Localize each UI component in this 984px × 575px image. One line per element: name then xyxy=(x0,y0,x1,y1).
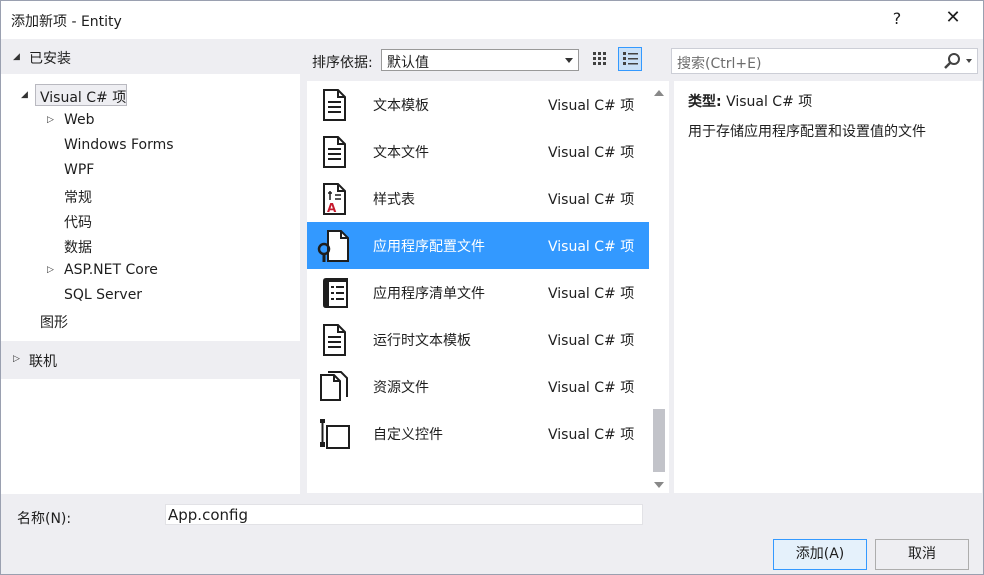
template-list: 文本模板 Visual C# 项 文本文件 Visual C# 项 A 样式表 … xyxy=(307,81,649,493)
window-title: 添加新项 - Entity xyxy=(11,14,122,30)
item-language: Visual C# 项 xyxy=(548,192,635,208)
item-name: 文本模板 xyxy=(373,98,429,114)
list-view-button[interactable] xyxy=(618,47,642,71)
search-icon[interactable] xyxy=(943,52,961,70)
tree-online-label: 联机 xyxy=(29,354,57,370)
config-file-icon xyxy=(317,230,349,262)
item-name: 运行时文本模板 xyxy=(373,333,471,349)
detail-type-value: Visual C# 项 xyxy=(726,94,813,110)
name-input-value: App.config xyxy=(168,506,248,524)
add-new-item-dialog: 添加新项 - Entity ? ✕ ◢ 已安装 ◢ Visual C# 项 ▷ … xyxy=(0,0,984,575)
list-item-stylesheet[interactable]: A 样式表 Visual C# 项 xyxy=(307,175,649,222)
item-language: Visual C# 项 xyxy=(548,239,635,255)
svg-text:A: A xyxy=(327,201,337,215)
custom-control-icon xyxy=(320,419,350,449)
collapse-arrow-icon[interactable]: ◢ xyxy=(13,52,20,62)
tree-item-graphics[interactable]: 图形 xyxy=(40,312,68,332)
cancel-button[interactable]: 取消 xyxy=(875,539,969,570)
list-view-icon xyxy=(623,52,638,65)
help-button[interactable]: ? xyxy=(887,9,907,28)
list-item-text-file[interactable]: 文本文件 Visual C# 项 xyxy=(307,128,649,175)
item-language: Visual C# 项 xyxy=(548,333,635,349)
sort-by-select[interactable]: 默认值 xyxy=(381,49,579,71)
item-name: 文本文件 xyxy=(373,145,429,161)
list-item-resource-file[interactable]: 资源文件 Visual C# 项 xyxy=(307,363,649,410)
search-box[interactable]: 搜索(Ctrl+E) xyxy=(671,48,978,74)
tree-item-web[interactable]: Web xyxy=(64,112,95,128)
search-placeholder: 搜索(Ctrl+E) xyxy=(677,56,762,72)
tree-item-visual-csharp-label: Visual C# 项 xyxy=(40,90,127,106)
item-name: 应用程序配置文件 xyxy=(373,239,485,255)
template-list-scrollbar[interactable] xyxy=(649,81,669,493)
scroll-up-arrow-icon[interactable] xyxy=(654,90,664,96)
resource-file-icon xyxy=(320,371,348,401)
item-language: Visual C# 项 xyxy=(548,380,635,396)
sort-by-value: 默认值 xyxy=(387,55,429,71)
sort-by-label: 排序依据: xyxy=(312,55,373,71)
add-button[interactable]: 添加(A) xyxy=(773,539,867,570)
list-item-text-template[interactable]: 文本模板 Visual C# 项 xyxy=(307,81,649,128)
tree-item-windows-forms[interactable]: Windows Forms xyxy=(64,137,174,153)
tree-item-wpf[interactable]: WPF xyxy=(64,162,94,178)
tree-item-aspnet-core[interactable]: ASP.NET Core xyxy=(64,262,158,278)
tree-online-header[interactable]: ▷ 联机 xyxy=(1,341,300,379)
small-icons-view-button[interactable] xyxy=(588,47,612,71)
close-button[interactable]: ✕ xyxy=(943,7,963,28)
expand-arrow-icon[interactable]: ▷ xyxy=(13,354,20,364)
detail-type-label: 类型: xyxy=(688,94,722,110)
item-language: Visual C# 项 xyxy=(548,98,635,114)
scrollbar-thumb[interactable] xyxy=(653,409,665,472)
chevron-down-icon xyxy=(565,58,573,63)
item-name: 自定义控件 xyxy=(373,427,443,443)
tree-item-general[interactable]: 常规 xyxy=(64,187,92,207)
expand-arrow-icon[interactable]: ▷ xyxy=(47,265,54,275)
name-input[interactable]: App.config xyxy=(165,504,643,525)
collapse-arrow-icon[interactable]: ◢ xyxy=(21,90,28,100)
list-item-runtime-template[interactable]: 运行时文本模板 Visual C# 项 xyxy=(307,316,649,363)
manifest-file-icon xyxy=(323,278,348,308)
text-file-icon xyxy=(323,136,346,168)
item-language: Visual C# 项 xyxy=(548,145,635,161)
name-label: 名称(N): xyxy=(17,511,72,527)
item-name: 应用程序清单文件 xyxy=(373,286,485,302)
runtime-template-icon xyxy=(323,324,346,356)
detail-description: 用于存储应用程序配置和设置值的文件 xyxy=(688,124,926,140)
text-template-icon xyxy=(323,89,346,121)
item-name: 资源文件 xyxy=(373,380,429,396)
search-options-chevron-icon[interactable] xyxy=(966,59,972,63)
tree-installed-header[interactable]: ◢ 已安装 xyxy=(1,39,300,74)
expand-arrow-icon[interactable]: ▷ xyxy=(47,115,54,125)
item-name: 样式表 xyxy=(373,192,415,208)
list-item-custom-control[interactable]: 自定义控件 Visual C# 项 xyxy=(307,410,649,457)
list-item-app-config[interactable]: 应用程序配置文件 Visual C# 项 xyxy=(307,222,649,269)
stylesheet-icon: A xyxy=(323,183,346,215)
detail-type: 类型: Visual C# 项 xyxy=(688,91,812,111)
item-language: Visual C# 项 xyxy=(548,427,635,443)
tree-item-sql-server[interactable]: SQL Server xyxy=(64,287,142,303)
tree-installed-label: 已安装 xyxy=(29,51,71,67)
title-bar: 添加新项 - Entity ? ✕ xyxy=(1,1,983,39)
tree-item-code[interactable]: 代码 xyxy=(64,212,92,232)
scroll-down-arrow-icon[interactable] xyxy=(654,482,664,488)
item-detail-panel: 类型: Visual C# 项 用于存储应用程序配置和设置值的文件 xyxy=(674,81,982,493)
item-language: Visual C# 项 xyxy=(548,286,635,302)
grid-view-icon xyxy=(593,52,606,65)
category-tree: ◢ 已安装 ◢ Visual C# 项 ▷ Web Windows Forms … xyxy=(1,39,300,494)
list-item-app-manifest[interactable]: 应用程序清单文件 Visual C# 项 xyxy=(307,269,649,316)
tree-item-data[interactable]: 数据 xyxy=(64,237,92,257)
